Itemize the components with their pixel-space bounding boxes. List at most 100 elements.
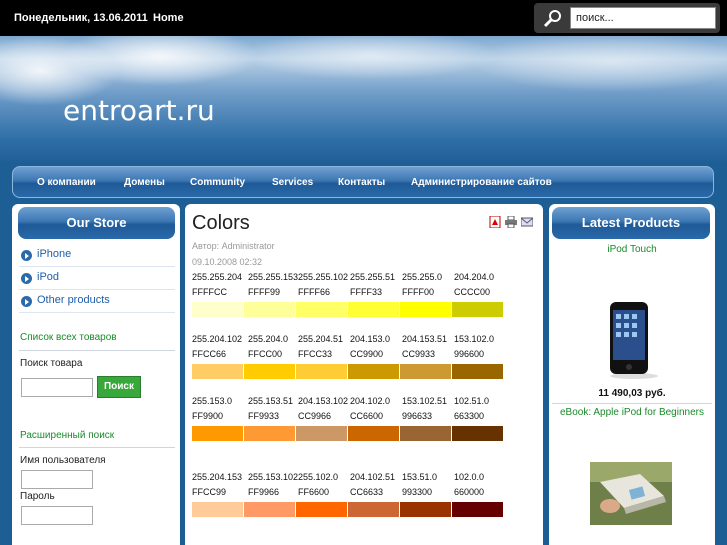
email-icon[interactable] xyxy=(521,216,533,228)
rgb-value: 255.153.0 xyxy=(192,396,233,406)
main-nav: О компании Домены Community Services Кон… xyxy=(12,166,714,198)
nav-item-community[interactable]: Community xyxy=(190,177,245,188)
rgb-value: 204.153.0 xyxy=(350,334,391,344)
rgb-value: 102.0.0 xyxy=(454,472,485,482)
product-price: 11 490,03 руб. xyxy=(598,388,666,399)
hex-value: FFFFCC xyxy=(192,287,227,297)
store-item-ipod[interactable]: iPod xyxy=(19,267,175,290)
right-sidebar: Latest Products iPod Touch 11 490,03 руб… xyxy=(549,204,715,545)
pdf-icon[interactable] xyxy=(489,216,501,228)
product-search-label: Поиск товара xyxy=(20,358,83,369)
swatch-bar xyxy=(192,364,504,379)
hex-value: FFFF33 xyxy=(350,287,383,297)
rgb-value: 255.255.204 xyxy=(192,272,243,282)
rgb-values-row: 255.255.204 255.255.153 255.255.102 255.255… xyxy=(192,272,504,284)
rgb-value: 255.255.0 xyxy=(402,272,443,282)
rgb-value: 102.51.0 xyxy=(454,396,490,406)
color-swatch xyxy=(452,502,503,517)
search-box xyxy=(534,3,720,33)
search-input[interactable] xyxy=(570,7,716,29)
rgb-value: 255.153.102 xyxy=(248,472,299,482)
rgb-value: 255.204.0 xyxy=(248,334,289,344)
article-title: Colors xyxy=(192,212,250,234)
color-swatch xyxy=(192,364,243,379)
hex-value: FFFF66 xyxy=(298,287,331,297)
rgb-value: 153.102.0 xyxy=(454,334,495,344)
home-link[interactable]: Home xyxy=(153,12,184,24)
hex-value: FFCC66 xyxy=(192,349,227,359)
rgb-value: 255.204.51 xyxy=(298,334,344,344)
hex-value: CCCC00 xyxy=(454,287,491,297)
store-item-label: iPhone xyxy=(37,248,72,260)
store-item-other[interactable]: Other products xyxy=(19,290,175,313)
nav-item-domains[interactable]: Домены xyxy=(124,177,165,188)
main-content: Colors Автор: Administrator 09.10.2008 0… xyxy=(185,204,543,545)
username-input[interactable] xyxy=(21,470,93,489)
cloud-decoration xyxy=(470,36,727,92)
store-item-iphone[interactable]: iPhone xyxy=(19,244,175,267)
password-input[interactable] xyxy=(21,506,93,525)
menu-bullet-icon xyxy=(21,250,32,261)
hex-value: FF6600 xyxy=(298,487,330,497)
product-link-ebook[interactable]: eBook: Apple iPod for Beginners xyxy=(552,407,712,418)
rgb-value: 255.102.0 xyxy=(298,472,339,482)
rgb-values-row: 255.204.153 255.153.102 255.102.0 204.102.5… xyxy=(192,472,504,484)
article-author: Автор: Administrator xyxy=(192,241,275,251)
swatch-bar xyxy=(192,302,504,317)
hex-values-row: FFCC99 FF9966 FF6600 CC6633 993300 660000 xyxy=(192,487,504,499)
hex-value: CC9933 xyxy=(402,349,436,359)
divider xyxy=(552,403,712,404)
latest-products-title: Latest Products xyxy=(552,207,710,239)
ebook-image[interactable] xyxy=(590,462,672,525)
nav-item-services[interactable]: Services xyxy=(272,177,313,188)
color-swatch xyxy=(296,426,347,441)
nav-item-contacts[interactable]: Контакты xyxy=(338,177,385,188)
color-swatch xyxy=(452,302,503,317)
hex-values-row: FFFFCC FFFF99 FFFF66 FFFF33 FFFF00 CCCC00 xyxy=(192,287,504,299)
hex-value: FFCC00 xyxy=(248,349,283,359)
color-swatch xyxy=(452,426,503,441)
hex-value: FFFF00 xyxy=(402,287,435,297)
rgb-value: 204.153.102 xyxy=(298,396,349,406)
color-swatch xyxy=(348,426,399,441)
product-search-input[interactable] xyxy=(21,378,93,397)
hex-values-row: FF9900 FF9933 CC9966 CC6600 996633 663300 xyxy=(192,411,504,423)
hex-value: FFCC33 xyxy=(298,349,333,359)
ipod-touch-image[interactable] xyxy=(606,300,660,380)
color-swatch xyxy=(452,364,503,379)
color-swatch xyxy=(400,426,451,441)
site-header: entroart.ru xyxy=(0,36,727,164)
hex-value: FF9966 xyxy=(248,487,280,497)
color-swatch xyxy=(400,364,451,379)
article-date: 09.10.2008 02:32 xyxy=(192,257,263,267)
color-swatch xyxy=(192,502,243,517)
menu-bullet-icon xyxy=(21,296,32,307)
rgb-value: 204.102.51 xyxy=(350,472,396,482)
rgb-value: 153.51.0 xyxy=(402,472,438,482)
advanced-search-link[interactable]: Расширенный поиск xyxy=(20,430,114,441)
rgb-value: 255.255.51 xyxy=(350,272,396,282)
nav-item-site-admin[interactable]: Администрирование сайтов xyxy=(411,177,552,188)
nav-item-about[interactable]: О компании xyxy=(37,177,96,188)
hex-value: 663300 xyxy=(454,411,485,421)
color-swatch xyxy=(296,302,347,317)
search-icon[interactable] xyxy=(542,9,564,29)
rgb-value: 153.102.51 xyxy=(402,396,448,406)
rgb-value: 255.204.153 xyxy=(192,472,243,482)
color-swatch xyxy=(244,426,295,441)
product-search-button[interactable]: Поиск xyxy=(97,376,141,398)
all-products-link[interactable]: Список всех товаров xyxy=(20,332,117,343)
password-label: Пароль xyxy=(20,491,55,502)
product-link-ipod-touch[interactable]: iPod Touch xyxy=(552,244,712,255)
rgb-values-row: 255.153.0 255.153.51 204.153.102 204.102.0 1… xyxy=(192,396,504,408)
cloud-decoration xyxy=(240,36,500,80)
left-sidebar: Our Store iPhone iPod Other products Спи… xyxy=(12,204,180,545)
swatch-bar xyxy=(192,426,504,441)
print-icon[interactable] xyxy=(505,216,517,228)
color-swatch xyxy=(192,302,243,317)
hex-value: 660000 xyxy=(454,487,485,497)
hex-values-row: FFCC66 FFCC00 FFCC33 CC9900 CC9933 996600 xyxy=(192,349,504,361)
hex-value: 996633 xyxy=(402,411,433,421)
hex-value: CC9966 xyxy=(298,411,332,421)
hex-value: CC6600 xyxy=(350,411,384,421)
